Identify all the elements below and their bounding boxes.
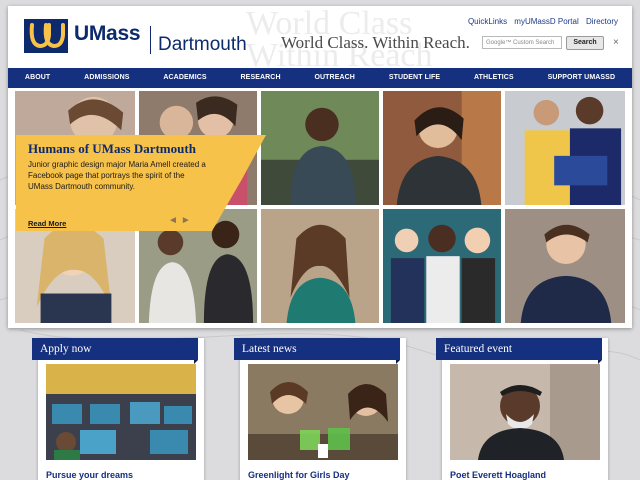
nav-item-research[interactable]: RESEARCH	[224, 68, 298, 88]
tagline: World Class. Within Reach.	[281, 33, 470, 52]
card-caption[interactable]: Poet Everett Hoagland	[450, 470, 546, 480]
mosaic-photo-4[interactable]	[382, 90, 502, 206]
nav-item-about[interactable]: ABOUT	[8, 68, 67, 88]
campus-name[interactable]: Dartmouth	[158, 34, 247, 56]
slider-arrows: ◄►	[168, 215, 194, 226]
card-caption[interactable]: Pursue your dreams	[46, 470, 133, 480]
close-icon[interactable]: ×	[613, 37, 619, 48]
umass-logo-icon[interactable]	[24, 19, 68, 53]
card-event[interactable]: Featured event Poet Everett Hoagland	[436, 338, 608, 480]
search-input[interactable]: Google™ Custom Search	[482, 36, 562, 49]
nav-item-support[interactable]: SUPPORT UMASSD	[531, 68, 632, 88]
card-heading[interactable]: Apply now	[32, 338, 198, 364]
directory-link[interactable]: Directory	[586, 17, 618, 26]
site-header: World Class Within Reach UMass Dartmouth…	[8, 6, 632, 68]
nav-item-athletics[interactable]: ATHLETICS	[457, 68, 531, 88]
page-frame: World Class Within Reach UMass Dartmouth…	[8, 6, 632, 328]
mosaic-photo-8[interactable]	[260, 208, 380, 324]
portal-link[interactable]: myUMassD Portal	[514, 17, 578, 26]
mosaic-photo-3[interactable]	[260, 90, 380, 206]
mosaic-photo-10[interactable]	[504, 208, 626, 324]
card-heading[interactable]: Featured event	[436, 338, 602, 364]
nav-item-student-life[interactable]: STUDENT LIFE	[372, 68, 457, 88]
feature-title[interactable]: Humans of UMass Dartmouth	[28, 141, 196, 157]
card-image[interactable]	[450, 364, 600, 460]
card-news[interactable]: Latest news Greenlight for Girls Day	[234, 338, 406, 480]
nav-item-academics[interactable]: ACADEMICS	[146, 68, 223, 88]
card-image[interactable]	[46, 364, 196, 460]
logo-divider	[150, 26, 151, 54]
quicklinks-link[interactable]: QuickLinks	[468, 17, 507, 26]
card-heading[interactable]: Latest news	[234, 338, 400, 364]
nav-item-outreach[interactable]: OUTREACH	[298, 68, 372, 88]
mosaic-photo-9[interactable]	[382, 208, 502, 324]
card-image[interactable]	[248, 364, 398, 460]
feature-body: Junior graphic design major Maria Amell …	[28, 160, 206, 191]
search-button[interactable]: Search	[566, 36, 604, 50]
feature-callout: Humans of UMass Dartmouth Junior graphic…	[16, 135, 266, 231]
next-arrow-icon[interactable]: ►	[181, 215, 194, 226]
card-caption[interactable]: Greenlight for Girls Day	[248, 470, 350, 480]
nav-item-admissions[interactable]: ADMISSIONS	[67, 68, 146, 88]
prev-arrow-icon[interactable]: ◄	[168, 215, 181, 226]
read-more-link[interactable]: Read More	[28, 219, 66, 228]
card-apply[interactable]: Apply now Pursue your dreams	[32, 338, 204, 480]
mosaic-photo-5[interactable]	[504, 90, 626, 206]
utility-links: QuickLinks myUMassD Portal Directory	[463, 17, 618, 26]
brand-name[interactable]: UMass	[74, 22, 141, 46]
main-nav: ABOUT ADMISSIONS ACADEMICS RESEARCH OUTR…	[8, 68, 632, 88]
